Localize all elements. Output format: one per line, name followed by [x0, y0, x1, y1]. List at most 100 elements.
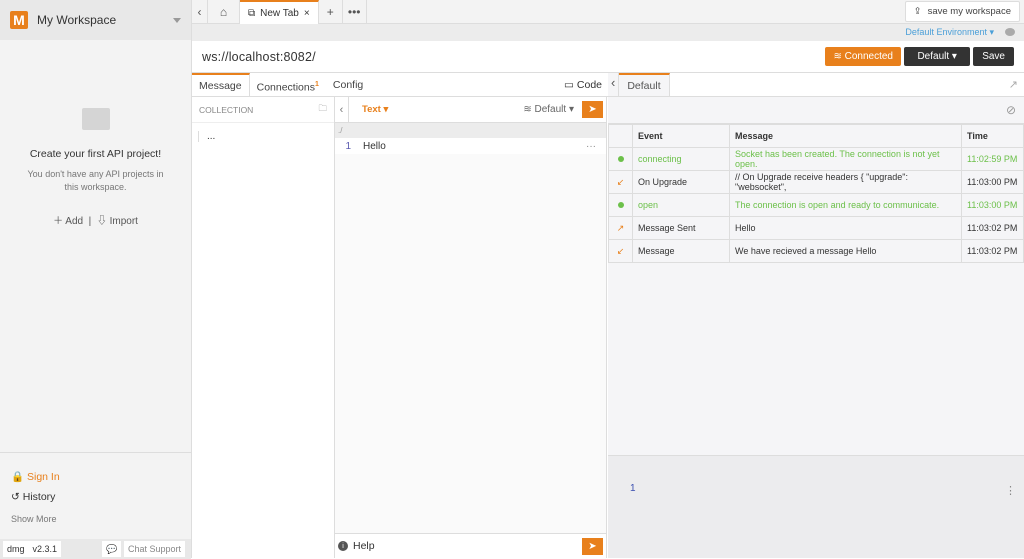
sign-in-label: Sign In: [27, 471, 60, 483]
collapse-button[interactable]: ‹: [335, 96, 349, 123]
clear-icon[interactable]: ⊘: [1006, 103, 1016, 117]
more-icon[interactable]: ···: [586, 141, 606, 152]
event-icon-cell: ↗: [608, 216, 633, 240]
history-label: History: [22, 491, 56, 503]
editor-line[interactable]: 1 Hello ···: [335, 138, 606, 154]
more-tabs-button[interactable]: •••: [343, 0, 367, 24]
event-cell: On Upgrade: [632, 170, 730, 194]
message-cell: Hello: [729, 216, 962, 240]
message-type-dropdown[interactable]: Text ▾: [362, 104, 388, 115]
event-cell: connecting: [632, 147, 730, 171]
import-label: Import: [109, 216, 138, 227]
import-button[interactable]: ⇩ Import: [97, 216, 138, 227]
default-label: Default: [917, 51, 950, 62]
message-cell: // On Upgrade receive headers { "upgrade…: [729, 170, 962, 194]
message-cell: Socket has been created. The connection …: [729, 147, 962, 171]
environment-bar: Default Environment ▾: [192, 24, 1024, 41]
col-message: Message: [729, 124, 962, 148]
new-tab-button[interactable]: +: [319, 0, 343, 24]
chat-label: Chat Support: [123, 540, 185, 557]
version-bar: dmg v2.3.1 💬 Chat Support: [0, 539, 191, 559]
home-tab[interactable]: ⌂: [208, 0, 240, 24]
line-text: Hello: [363, 140, 386, 152]
col-event: Event: [632, 124, 730, 148]
sign-in-link[interactable]: 🔒 Sign In: [11, 470, 60, 483]
folder-icon: [81, 108, 110, 130]
add-button[interactable]: ＋ Add: [53, 216, 83, 227]
event-icon-cell: ↙: [608, 239, 633, 263]
wifi-icon: ≋: [833, 51, 842, 62]
time-cell: 11:03:00 PM: [961, 170, 1024, 194]
info-icon: i: [338, 541, 348, 551]
time-cell: 11:03:02 PM: [961, 216, 1024, 240]
empty-state: Create your first API project! You don't…: [0, 108, 191, 227]
save-workspace-button[interactable]: ⇪ save my workspace: [904, 1, 1020, 22]
close-icon[interactable]: ×: [304, 8, 310, 19]
event-cell: Message Sent: [632, 216, 730, 240]
help-link[interactable]: Help: [353, 540, 375, 552]
workspace-selector[interactable]: M My Workspace: [0, 0, 191, 40]
websocket-icon: ⧉: [248, 7, 256, 19]
show-more-link[interactable]: Show More: [11, 514, 57, 524]
connections-label: Connections: [256, 81, 315, 94]
tab-default[interactable]: Default: [619, 73, 670, 96]
chat-icon: 💬: [102, 540, 122, 557]
eye-icon[interactable]: [1005, 28, 1015, 36]
tab-new-tab[interactable]: ⧉ New Tab ×: [240, 0, 319, 24]
url-input[interactable]: ws://localhost:8082/: [202, 50, 822, 64]
new-folder-icon[interactable]: 🗀: [318, 103, 327, 117]
wifi-icon: ≋: [523, 104, 532, 115]
message-type-label: Text: [362, 104, 381, 115]
environment-selector[interactable]: Default Environment ▾: [905, 27, 994, 37]
url-bar: ws://localhost:8082/ ≋ Connected Default…: [192, 41, 1024, 73]
code-label: Code: [576, 79, 602, 91]
response-detail: 1 ⋮: [608, 455, 1024, 558]
event-icon-cell: [608, 147, 633, 171]
empty-title: Create your first API project!: [29, 148, 162, 160]
event-cell: Message: [632, 239, 730, 263]
table-row[interactable]: ↙ Message We have recieved a message Hello…: [608, 239, 1024, 263]
table-row[interactable]: ↗ Message Sent Hello 11:03:02 PM: [608, 216, 1024, 240]
col-icon: [608, 124, 633, 148]
line-number: 1: [345, 140, 351, 152]
table-row[interactable]: open The connection is open and ready to …: [608, 193, 1024, 217]
event-icon-cell: [608, 193, 633, 217]
send-button-bottom[interactable]: ➤: [582, 537, 603, 555]
arrow-incoming-icon: ↙: [616, 245, 625, 256]
tab-message[interactable]: Message: [192, 73, 250, 96]
code-button[interactable]: ▭ Code: [564, 73, 608, 96]
message-cell: We have recieved a message Hello: [729, 239, 962, 263]
save-button[interactable]: Save: [973, 47, 1014, 66]
status-dot-icon: [617, 202, 624, 208]
chat-support-button[interactable]: 💬 Chat Support: [102, 540, 188, 557]
menu-icon[interactable]: ⋮: [1005, 484, 1016, 497]
connections-count: 1: [314, 81, 319, 88]
collapse-left-button[interactable]: ‹: [608, 73, 620, 96]
message-cell: The connection is open and ready to comm…: [729, 193, 962, 217]
tab-config[interactable]: Config: [326, 73, 370, 96]
message-editor: ‹ Text ▾ ≋ Default ▾ ➤ ./ 1 Hello ··· i Hel…: [335, 96, 607, 558]
external-link-icon[interactable]: ↗: [1003, 73, 1024, 96]
tab-label: New Tab: [260, 7, 299, 19]
tabs-back-button[interactable]: ‹: [192, 0, 208, 24]
chevron-down-icon: [173, 17, 181, 23]
history-link[interactable]: ↺ History: [11, 491, 55, 503]
send-button[interactable]: ➤: [582, 101, 603, 118]
share-icon: ⇪: [913, 6, 922, 17]
connection-dropdown[interactable]: ≋ Default ▾: [523, 104, 574, 115]
table-row[interactable]: ↙ On Upgrade// On Upgrade receive headers…: [608, 170, 1024, 194]
table-row[interactable]: connecting Socket has been created. The c…: [608, 147, 1024, 171]
tab-connections[interactable]: Connections1: [250, 73, 326, 96]
default-dropdown[interactable]: Default ▾: [904, 47, 971, 66]
event-cell: open: [632, 193, 730, 217]
workspace-name: My Workspace: [37, 13, 117, 27]
status-dot-icon: [617, 156, 624, 162]
environment-label: Default Environment: [905, 27, 987, 37]
code-icon: ▭: [564, 79, 574, 91]
connected-button[interactable]: ≋ Connected: [825, 47, 902, 66]
col-time: Time: [961, 124, 1024, 148]
collection-header: COLLECTION: [199, 104, 254, 115]
collection-item[interactable]: ...: [198, 131, 334, 142]
home-icon: ⌂: [219, 5, 228, 19]
detail-line-number: 1: [630, 483, 636, 494]
